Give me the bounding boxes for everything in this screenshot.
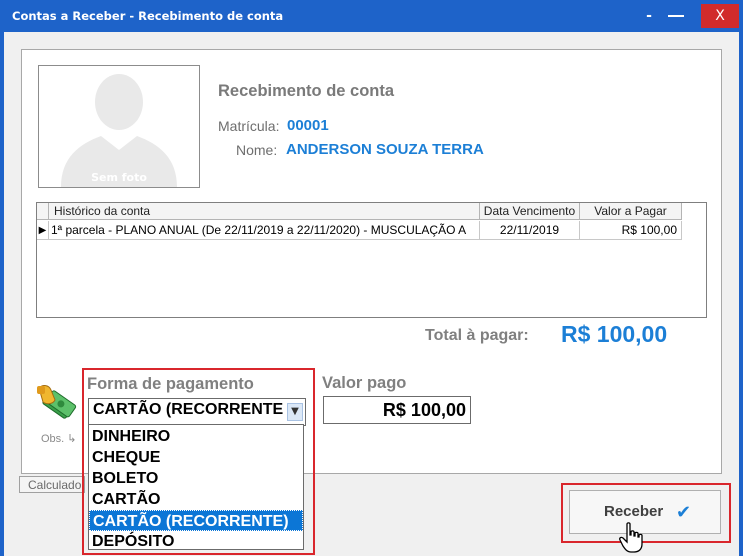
valor-pago-value: R$ 100,00 (382, 400, 466, 420)
arrow-icon: ↳ (67, 433, 77, 445)
nome-value: ANDERSON SOUZA TERRA (286, 141, 484, 158)
photo-caption: Sem foto (91, 171, 147, 184)
window-border-right (739, 32, 743, 556)
matricula-value: 00001 (287, 117, 329, 134)
valor-pago-input[interactable]: R$ 100,00 (323, 396, 471, 424)
payment-method-select[interactable]: CARTÃO (RECORRENTE ▼ (88, 398, 306, 426)
grid-indicator-header (37, 203, 49, 220)
table-cell-valor[interactable]: R$ 100,00 (580, 221, 682, 240)
hand-cursor-graphic (619, 522, 643, 553)
receber-label: Receber (604, 503, 664, 520)
column-header-data-vencimento[interactable]: Data Vencimento (480, 203, 580, 220)
payment-method-dropdown[interactable]: DINHEIRO CHEQUE BOLETO CARTÃO CARTÃO (RE… (88, 424, 304, 550)
total-value: R$ 100,00 (561, 321, 668, 347)
accounts-grid[interactable]: Histórico da conta Data Vencimento Valor… (36, 202, 707, 318)
page-title: Recebimento de conta (218, 82, 395, 100)
minimize-icon[interactable] (664, 4, 688, 28)
option-cartao[interactable]: CARTÃO (89, 489, 303, 510)
close-button[interactable]: X (701, 4, 739, 28)
row-indicator-icon: ▶ (37, 221, 49, 240)
window-title: Contas a Receber - Recebimento de conta (12, 9, 284, 23)
table-cell-historico[interactable]: 1ª parcela - PLANO ANUAL (De 22/11/2019 … (49, 221, 480, 240)
check-icon: ✔ (676, 502, 692, 523)
chevron-down-icon[interactable]: ▼ (287, 403, 303, 421)
nome-label: Nome: (236, 142, 278, 158)
column-header-valor[interactable]: Valor a Pagar (580, 203, 682, 220)
column-header-historico[interactable]: Histórico da conta (49, 203, 480, 220)
option-cheque[interactable]: CHEQUE (89, 447, 303, 468)
total-label: Total à pagar: (425, 327, 529, 344)
option-dinheiro[interactable]: DINHEIRO (89, 426, 303, 447)
option-boleto[interactable]: BOLETO (89, 468, 303, 489)
title-bar: Contas a Receber - Recebimento de conta … (0, 0, 743, 32)
matricula-label: Matrícula: (218, 118, 280, 134)
receber-button[interactable]: Receber ✔ (569, 490, 721, 534)
payment-method-selected: CARTÃO (RECORRENTE (93, 401, 284, 418)
person-placeholder-icon (39, 66, 199, 187)
valor-pago-label: Valor pago (322, 374, 407, 392)
calculado-button[interactable]: Calculado a (19, 476, 85, 493)
minimize-button[interactable]: - (638, 4, 660, 28)
obs-link[interactable]: Obs. ↳ (41, 432, 77, 445)
money-icon[interactable] (33, 380, 77, 424)
option-cartao-recorrente[interactable]: CARTÃO (RECORRENTE) (89, 510, 303, 531)
payment-method-label: Forma de pagamento (87, 375, 254, 393)
member-photo: Sem foto (38, 65, 200, 188)
option-deposito[interactable]: DEPÓSITO (89, 531, 303, 552)
money-icon-graphic (37, 385, 77, 419)
obs-label: Obs. (41, 433, 65, 445)
table-cell-data-vencimento[interactable]: 22/11/2019 (480, 221, 580, 240)
hand-cursor-icon (619, 522, 645, 554)
